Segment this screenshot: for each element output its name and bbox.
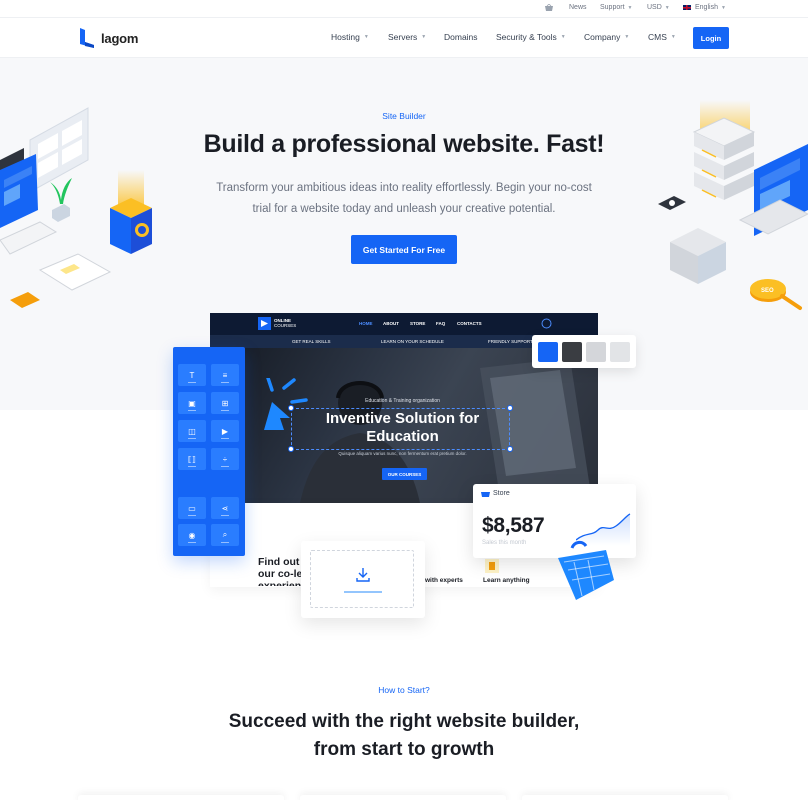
chevron-down-icon: ▼ xyxy=(670,34,676,40)
brand-name: lagom xyxy=(101,30,139,46)
hero-eyebrow: Site Builder xyxy=(382,111,426,121)
store-basket-icon xyxy=(481,492,490,497)
hero-title: Build a professional website. Fast! xyxy=(203,130,605,158)
get-started-button[interactable]: Get Started For Free xyxy=(351,235,457,264)
swatch-lighter-grey[interactable] xyxy=(610,342,630,362)
preview-nav-store: STORE xyxy=(410,321,426,326)
lagom-logo-icon xyxy=(80,28,94,48)
gallery-icon[interactable]: ◫ xyxy=(178,420,206,442)
section2-title-line2: from start to growth xyxy=(313,739,495,760)
swatch-dark[interactable] xyxy=(562,342,582,362)
search-icon[interactable]: ⌕ xyxy=(211,524,239,546)
preview-nav-about: ABOUT xyxy=(383,321,399,326)
nav-security-tools[interactable]: Security & Tools ▼ xyxy=(496,32,566,42)
swatch-light-grey[interactable] xyxy=(586,342,606,362)
login-button[interactable]: Login xyxy=(693,27,729,49)
top-utility-bar: News Support ▼ USD ▼ English ▼ xyxy=(0,0,808,18)
upload-dropzone[interactable] xyxy=(310,550,414,608)
preview-power-icon xyxy=(541,318,552,329)
preview-sub-skills: GET REAL SKILLS xyxy=(292,339,331,344)
nav-cms[interactable]: CMS ▼ xyxy=(648,32,676,42)
nav-domains[interactable]: Domains xyxy=(444,32,478,42)
cursor-click-icon xyxy=(264,378,308,430)
map-pin-icon[interactable]: ◉ xyxy=(178,524,206,546)
preview-feature-learn: Learn anything xyxy=(483,577,530,584)
nav-hosting[interactable]: Hosting ▼ xyxy=(331,32,369,42)
section2-title-line1: Succeed with the right website builder, xyxy=(228,711,580,732)
preview-sub-schedule: LEARN ON YOUR SCHEDULE xyxy=(381,339,444,344)
chevron-down-icon: ▼ xyxy=(627,4,633,11)
brand-logo[interactable]: lagom xyxy=(79,27,138,49)
svg-text:SEO: SEO xyxy=(761,288,774,294)
feature-card xyxy=(78,795,284,800)
currency-dropdown[interactable]: USD ▼ xyxy=(647,4,670,11)
preview-subtext: Quisque aliquam varius nunc, non ferment… xyxy=(338,451,467,456)
main-navbar: lagom Hosting ▼ Servers ▼ Domains Security… xyxy=(0,18,808,58)
chevron-down-icon: ▼ xyxy=(624,34,630,40)
section2-title: Succeed with the right website builder, … xyxy=(0,708,808,764)
nav-company[interactable]: Company ▼ xyxy=(584,32,629,42)
color-swatches-card xyxy=(532,335,636,368)
video-icon[interactable]: ▶ xyxy=(211,420,239,442)
swatch-blue[interactable] xyxy=(538,342,558,362)
upload-progress-bar xyxy=(344,591,382,593)
upload-download-icon xyxy=(356,568,370,582)
grid-icon[interactable]: ⊞ xyxy=(211,392,239,414)
preview-nav-home: HOME xyxy=(359,321,373,326)
preview-caption: Education & Training organization xyxy=(365,398,440,404)
secure-box-illustration xyxy=(110,170,152,254)
upload-card[interactable] xyxy=(301,541,425,618)
store-sub: Sales this month xyxy=(482,540,527,546)
chevron-down-icon: ▼ xyxy=(421,34,427,40)
nav-servers[interactable]: Servers ▼ xyxy=(388,32,426,42)
book-icon xyxy=(485,559,499,573)
language-dropdown[interactable]: English ▼ xyxy=(682,4,726,11)
shopping-basket-icon xyxy=(558,540,614,600)
chevron-down-icon: ▼ xyxy=(363,34,369,40)
courses-brand-line2: COURSES xyxy=(274,323,297,328)
embed-icon[interactable]: ⟦⟧ xyxy=(178,448,206,470)
chevron-down-icon: ▼ xyxy=(720,4,726,11)
store-value: $8,587 xyxy=(482,514,545,537)
paragraph-icon[interactable]: ≡ xyxy=(211,364,239,386)
divider-icon[interactable]: ÷ xyxy=(211,448,239,470)
text-icon[interactable]: T xyxy=(178,364,206,386)
share-icon[interactable]: ⋖ xyxy=(211,497,239,519)
resize-handle[interactable] xyxy=(507,405,513,411)
uk-flag-icon xyxy=(682,4,692,11)
chevron-down-icon: ▼ xyxy=(664,4,670,11)
courses-logo-icon xyxy=(258,317,271,330)
preview-nav-faq: FAQ xyxy=(436,321,446,326)
image-icon[interactable]: ▣ xyxy=(178,392,206,414)
section2-eyebrow: How to Start? xyxy=(378,685,430,695)
feature-card xyxy=(300,795,506,800)
hero-description: Transform your ambitious ideas into real… xyxy=(216,182,592,215)
preview-nav-contacts: CONTACTS xyxy=(457,321,482,326)
preview-feature-experts: with experts xyxy=(425,577,463,584)
feature-card xyxy=(522,795,728,800)
preview-courses-button: OUR COURSES xyxy=(382,468,427,480)
support-dropdown[interactable]: Support ▼ xyxy=(600,4,632,11)
store-label: Store xyxy=(493,490,510,497)
news-link[interactable]: News xyxy=(569,4,587,11)
preview-sub-support: FRIENDLY SUPPORT xyxy=(488,339,533,344)
cart-icon[interactable] xyxy=(544,4,554,12)
chevron-down-icon: ▼ xyxy=(560,34,566,40)
text-selection-box[interactable] xyxy=(291,408,510,450)
button-icon[interactable]: ▭ xyxy=(178,497,206,519)
builder-toolbar: T ≡ ▣ ⊞ ◫ ▶ ⟦⟧ ÷ ▭ ⋖ ◉ ⌕ xyxy=(173,347,245,556)
